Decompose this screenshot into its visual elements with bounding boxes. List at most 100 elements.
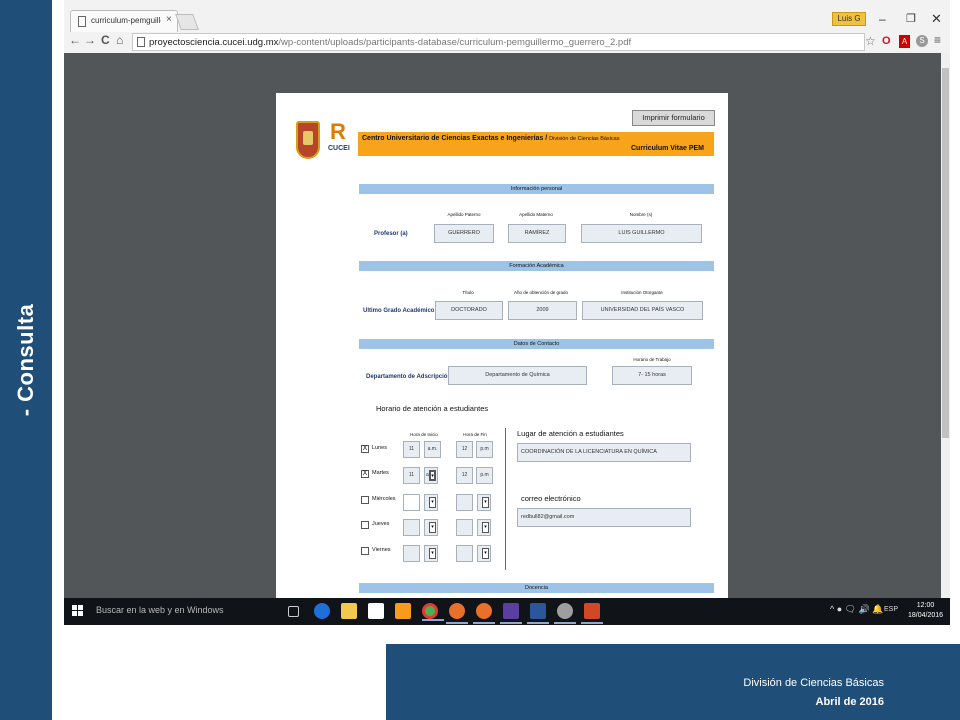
- word-icon[interactable]: [527, 603, 549, 624]
- bookmark-star-icon[interactable]: ☆: [865, 34, 876, 48]
- maximize-icon[interactable]: ❐: [906, 12, 916, 25]
- start-hour-viernes[interactable]: [403, 545, 420, 562]
- label-hora-inicio: Hora de Inicio: [410, 432, 438, 437]
- departamento-label: Departamento de Adscripción: [366, 374, 452, 380]
- taskbar-clock[interactable]: 12:00 18/04/2016: [908, 601, 943, 621]
- start-ampm-viernes[interactable]: ▾: [424, 545, 438, 562]
- start-hour-jueves[interactable]: [403, 519, 420, 536]
- end-hour-lunes[interactable]: 12: [456, 441, 473, 458]
- dropdown-arrow-icon[interactable]: ▾: [482, 522, 489, 533]
- dropdown-arrow-icon[interactable]: ▾: [429, 497, 436, 508]
- end-hour-miercoles[interactable]: [456, 494, 473, 511]
- end-ampm-martes[interactable]: p.m: [476, 467, 493, 484]
- dropdown-arrow-icon[interactable]: ▾: [429, 548, 436, 559]
- section-personal: Información personal: [359, 184, 714, 194]
- end-ampm-viernes[interactable]: ▾: [477, 545, 491, 562]
- back-arrow-icon[interactable]: ←: [69, 33, 81, 47]
- start-hour-lunes[interactable]: 11: [403, 441, 420, 458]
- pdf-extension-icon[interactable]: A: [899, 35, 910, 48]
- column-divider: [505, 428, 506, 570]
- paterno-field[interactable]: GUERRERO: [434, 224, 494, 243]
- left-title-bar: - Consulta: [0, 0, 52, 720]
- checkbox-miercoles[interactable]: [361, 496, 369, 504]
- end-ampm-miercoles[interactable]: ▾: [477, 494, 491, 511]
- anio-field[interactable]: 2009: [508, 301, 577, 320]
- store-icon[interactable]: [368, 603, 384, 619]
- checkbox-lunes[interactable]: X: [361, 445, 369, 453]
- vertical-scrollbar[interactable]: [941, 53, 950, 598]
- nombre-field[interactable]: LUIS GUILLERMO: [581, 224, 702, 243]
- task-view-icon[interactable]: [288, 606, 299, 617]
- center-name-text: Centro Universitario de Ciencias Exactas…: [362, 135, 548, 142]
- system-tray-icons[interactable]: ^ ● 🗨 🔊 🔔: [830, 604, 884, 615]
- left-title-container: - Consulta: [0, 0, 52, 720]
- language-indicator[interactable]: ESP: [884, 606, 898, 613]
- skype-extension-icon[interactable]: S: [916, 35, 928, 47]
- checkbox-jueves[interactable]: [361, 521, 369, 529]
- opera-extension-icon[interactable]: O: [882, 35, 891, 47]
- powerpoint-icon[interactable]: [581, 603, 603, 624]
- browser-tab[interactable]: curriculum-pemguillerm ×: [70, 10, 178, 33]
- titulo-field[interactable]: DOCTORADO: [435, 301, 503, 320]
- section-contact: Datos de Contacto: [359, 339, 714, 349]
- end-ampm-jueves[interactable]: ▾: [477, 519, 491, 536]
- windows-logo-pane: [78, 605, 83, 610]
- lugar-heading: Lugar de atención a estudiantes: [517, 429, 624, 438]
- institucion-field[interactable]: UNIVERSIDAD DEL PAÍS VASCO: [582, 301, 703, 320]
- end-hour-martes[interactable]: 12: [456, 467, 473, 484]
- slide-footer: División de Ciencias Básicas Abril de 20…: [386, 644, 960, 720]
- dropdown-arrow-icon[interactable]: ▾: [482, 497, 489, 508]
- materno-field[interactable]: RAMÍREZ: [508, 224, 566, 243]
- end-hour-viernes[interactable]: [456, 545, 473, 562]
- udg-shield-logo: [296, 121, 320, 159]
- dropdown-arrow-icon[interactable]: ▾: [482, 548, 489, 559]
- address-bar[interactable]: proyectosciencia.cucei.udg.mx/wp-content…: [132, 33, 865, 51]
- forward-arrow-icon[interactable]: →: [84, 33, 96, 47]
- dropdown-arrow-icon[interactable]: ▾: [429, 522, 436, 533]
- browser-menu-icon[interactable]: ≡: [934, 33, 941, 47]
- start-hour-miercoles[interactable]: [403, 494, 420, 511]
- start-ampm-jueves[interactable]: ▾: [424, 519, 438, 536]
- edge-browser-icon[interactable]: [314, 603, 330, 619]
- checkbox-martes[interactable]: X: [361, 470, 369, 478]
- browser-screenshot: curriculum-pemguillerm × Luis G – ❐ ✕ ← …: [64, 0, 950, 625]
- tab-close-icon[interactable]: ×: [166, 14, 172, 25]
- app-icon[interactable]: [554, 603, 576, 624]
- email-field[interactable]: redbull82@gmail.com: [517, 508, 691, 527]
- media-player-icon[interactable]: [395, 603, 411, 619]
- horario-field[interactable]: 7- 15 horas: [612, 366, 692, 385]
- end-hour-jueves[interactable]: [456, 519, 473, 536]
- new-tab-button[interactable]: [175, 14, 199, 30]
- dropdown-arrow-icon[interactable]: ▾: [429, 470, 436, 481]
- end-ampm-lunes[interactable]: p.m: [476, 441, 493, 458]
- visual-studio-icon[interactable]: [500, 603, 522, 624]
- file-explorer-icon[interactable]: [341, 603, 357, 619]
- firefox-icon[interactable]: [446, 603, 468, 624]
- start-ampm-martes[interactable]: a.▾: [424, 467, 438, 484]
- grado-label: Ultimo Grado Académico: [363, 308, 435, 314]
- home-icon[interactable]: ⌂: [116, 33, 123, 47]
- url-path: /wp-content/uploads/participants-databas…: [278, 37, 632, 48]
- start-ampm-miercoles[interactable]: ▾: [424, 494, 438, 511]
- profesor-label: Profesor (a): [374, 231, 408, 237]
- slide: - Consulta División de Ciencias Básicas …: [0, 0, 960, 720]
- departamento-field[interactable]: Departamento de Química: [448, 366, 587, 385]
- day-label-lunes: Lunes: [372, 445, 387, 451]
- taskbar-search[interactable]: Buscar en la web y en Windows: [96, 605, 224, 615]
- reload-icon[interactable]: C: [101, 33, 110, 47]
- scrollbar-thumb[interactable]: [942, 68, 949, 438]
- url-host: proyectosciencia.cucei.udg.mx: [149, 37, 279, 48]
- start-hour-martes[interactable]: 11: [403, 467, 420, 484]
- start-ampm-lunes[interactable]: a.m.: [424, 441, 441, 458]
- firefox-icon[interactable]: [473, 603, 495, 624]
- user-profile-badge[interactable]: Luis G: [832, 12, 866, 26]
- browser-toolbar: ← → C ⌂ proyectosciencia.cucei.udg.mx/wp…: [64, 32, 950, 52]
- print-form-button[interactable]: Imprimir formulario: [632, 110, 715, 126]
- windows-taskbar: Buscar en la web y en Windows ^ ● 🗨 🔊 🔔 …: [64, 598, 950, 625]
- lugar-field[interactable]: COORDINACIÓN DE LA LICENCIATURA EN QUÍMI…: [517, 443, 691, 462]
- windows-start-icon[interactable]: [72, 605, 84, 617]
- checkbox-viernes[interactable]: [361, 547, 369, 555]
- window-close-icon[interactable]: ✕: [931, 11, 942, 27]
- minimize-icon[interactable]: –: [879, 12, 886, 26]
- chrome-icon[interactable]: [422, 603, 444, 621]
